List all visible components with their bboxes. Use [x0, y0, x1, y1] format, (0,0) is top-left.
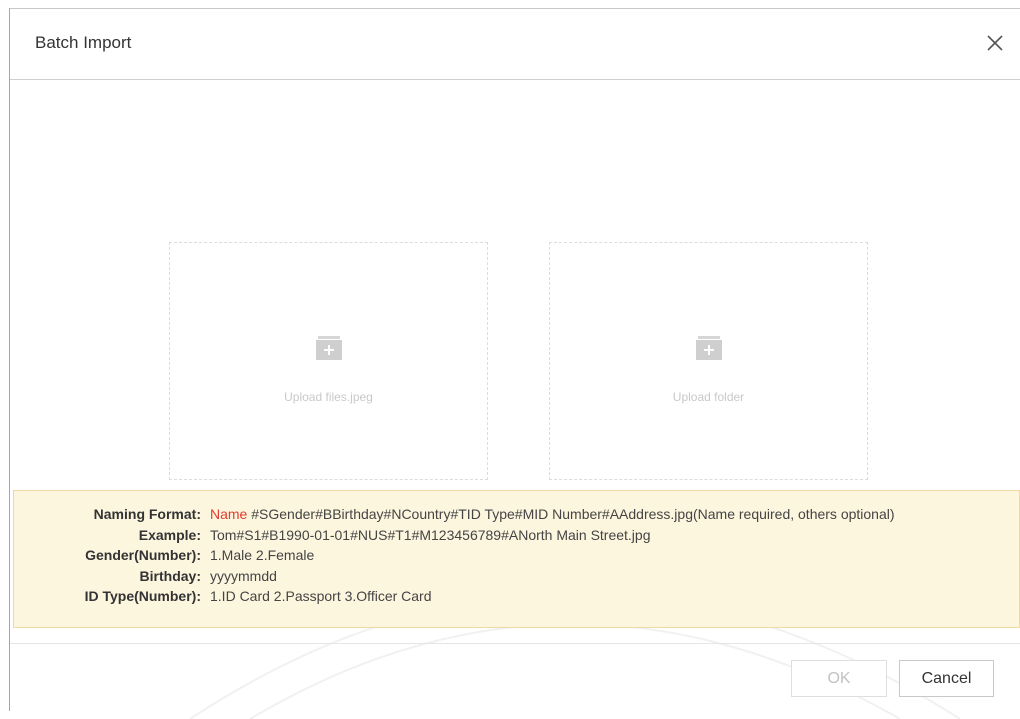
dialog-header: Batch Import — [10, 9, 1020, 80]
upload-files-label: Upload files.jpeg — [284, 390, 373, 404]
naming-format-key: Naming Format: — [93, 506, 201, 522]
folder-plus-icon — [695, 336, 722, 360]
birthday-key: Birthday: — [139, 567, 201, 584]
dialog-title: Batch Import — [35, 33, 132, 52]
upload-files-button[interactable]: Upload files.jpeg — [169, 242, 488, 480]
gender-row: Gender(Number): 1.Male 2.Female — [14, 545, 1019, 566]
id-type-row: ID Type(Number): 1.ID Card 2.Passport 3.… — [14, 586, 1019, 607]
gender-value: 1.Male 2.Female — [210, 547, 315, 563]
folder-plus-icon — [315, 336, 342, 360]
required-name-label: Name — [210, 506, 248, 522]
upload-folder-button[interactable]: Upload folder — [549, 242, 868, 480]
gender-key: Gender(Number): — [85, 547, 201, 563]
upload-folder-label: Upload folder — [672, 390, 745, 404]
naming-format-row: Naming Format: Name #SGender#BBirthday#N… — [14, 504, 1019, 525]
cancel-button[interactable]: Cancel — [899, 660, 994, 697]
naming-format-rest: #SGender#BBirthday#NCountry#TID Type#MID… — [247, 506, 895, 522]
close-icon[interactable] — [984, 32, 1006, 54]
naming-format-panel: Naming Format: Name #SGender#BBirthday#N… — [13, 490, 1020, 628]
footer-divider — [10, 643, 1020, 644]
batch-import-dialog: Batch Import Upload files.jpeg Upload fo… — [9, 8, 1020, 719]
naming-format-value: Name #SGender#BBirthday#NCountry#TID Typ… — [210, 504, 895, 525]
id-type-key: ID Type(Number): — [84, 588, 201, 604]
example-key: Example: — [138, 526, 201, 543]
example-row: Example: Tom#S1#B1990-01-01#NUS#T1#M1234… — [14, 525, 1019, 546]
example-value: Tom#S1#B1990-01-01#NUS#T1#M123456789#ANo… — [210, 526, 651, 543]
birthday-value: yyyymmdd — [210, 567, 277, 584]
id-type-value: 1.ID Card 2.Passport 3.Officer Card — [210, 588, 432, 604]
birthday-row: Birthday: yyyymmdd — [14, 566, 1019, 587]
ok-button[interactable]: OK — [791, 660, 887, 697]
